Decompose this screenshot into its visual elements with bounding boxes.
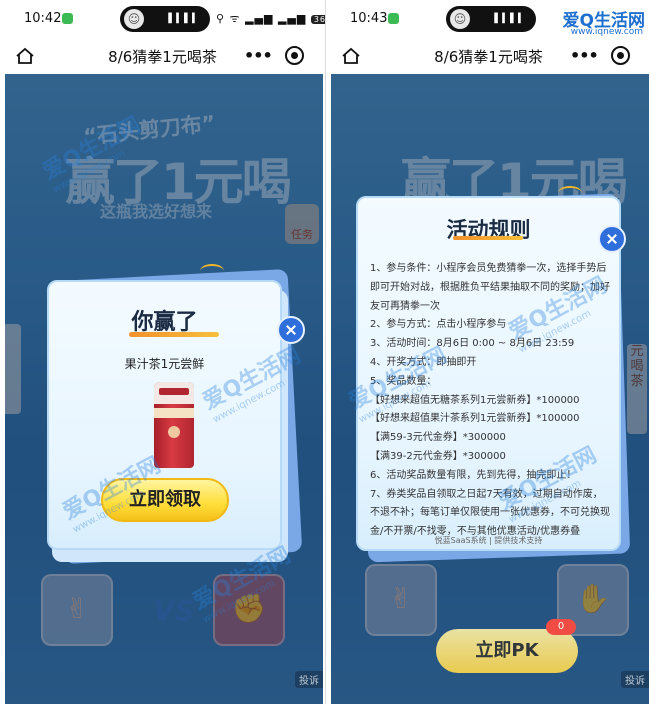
status-time: 10:42 bbox=[24, 11, 62, 26]
report-button[interactable]: 投诉 bbox=[295, 671, 323, 688]
rule-item: 7、券类奖品自领取之日起7天有效，过期自动作废，不退不补；每笔订单仅限使用一张优… bbox=[370, 488, 610, 538]
page-title: 8/6猜拳1元喝茶 bbox=[108, 48, 217, 66]
pk-button[interactable]: 立即PK bbox=[436, 629, 578, 673]
message-icon bbox=[62, 13, 73, 24]
decorative-swirl bbox=[200, 264, 224, 278]
message-icon bbox=[388, 13, 399, 24]
nav-bar: 8/6猜拳1元喝茶 ••• bbox=[0, 38, 325, 74]
status-bar: 10:43 ☺ ▌▍▌▍ 爱Q生活网 www.iqnew.com bbox=[326, 0, 650, 38]
battery-icon: 36 bbox=[310, 14, 325, 24]
site-url: www.iqnew.com bbox=[570, 27, 643, 37]
rules-footer: 悦蓝SaaS系统 | 提供技术支持 bbox=[434, 536, 543, 545]
report-button[interactable]: 投诉 bbox=[621, 671, 649, 688]
page-title: 8/6猜拳1元喝茶 bbox=[434, 48, 543, 66]
more-icon[interactable]: ••• bbox=[570, 46, 599, 65]
decorative-swirl bbox=[558, 186, 582, 200]
nav-bar: 8/6猜拳1元喝茶 ••• bbox=[326, 38, 650, 74]
close-icon[interactable] bbox=[598, 225, 626, 253]
rule-item: 3、活动时间：8月6日 0:00 ~ 8月6日 23:59 bbox=[370, 338, 575, 350]
avatar-icon: ☺ bbox=[450, 9, 470, 29]
rule-item: 【好想来超值果汁茶系列1元尝新券】*100000 bbox=[370, 413, 580, 425]
audio-wave-icon: ▌▍▌▍ bbox=[168, 14, 200, 24]
screen-right: 10:43 ☺ ▌▍▌▍ 爱Q生活网 www.iqnew.com 8/6猜拳1元… bbox=[325, 0, 650, 704]
signal-icons: ⚲ ᯤ ▂▄▆ ▂▄▆ 36 bbox=[216, 11, 325, 26]
more-icon[interactable]: ••• bbox=[244, 46, 273, 65]
status-bar: 10:42 ☺ ▌▍▌▍ ⚲ ᯤ ▂▄▆ ▂▄▆ 36 bbox=[0, 0, 325, 38]
audio-wave-icon: ▌▍▌▍ bbox=[494, 14, 526, 24]
pk-count-badge: 0 bbox=[546, 619, 576, 635]
target-icon[interactable] bbox=[285, 46, 304, 65]
status-time: 10:43 bbox=[350, 11, 388, 26]
screen-left: 10:42 ☺ ▌▍▌▍ ⚲ ᯤ ▂▄▆ ▂▄▆ 36 8/6猜拳1元喝茶 ••… bbox=[0, 0, 325, 704]
dynamic-island: ☺ ▌▍▌▍ bbox=[120, 6, 210, 32]
target-icon[interactable] bbox=[611, 46, 630, 65]
title-underline bbox=[129, 332, 219, 337]
title-underline bbox=[453, 236, 523, 240]
drink-can-image bbox=[154, 382, 194, 468]
dynamic-island: ☺ ▌▍▌▍ bbox=[446, 6, 536, 32]
avatar-icon: ☺ bbox=[124, 9, 144, 29]
